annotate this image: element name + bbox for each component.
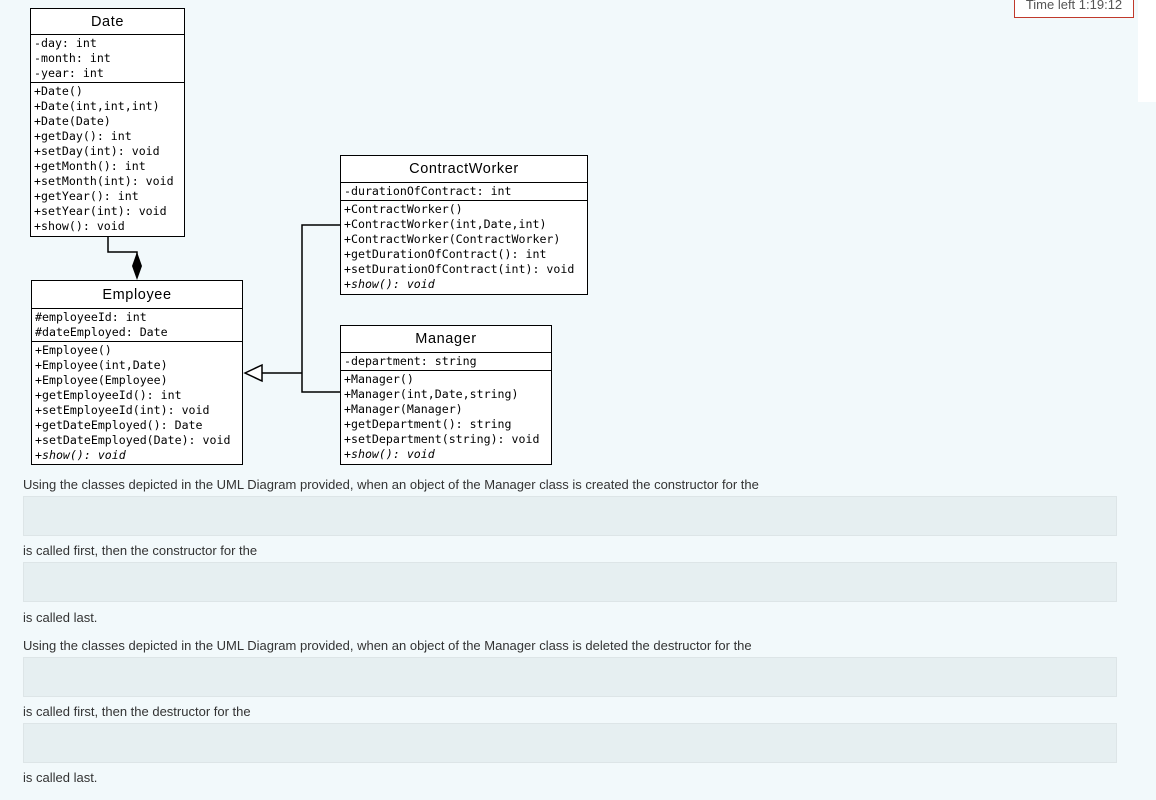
method: +setDateEmployed(Date): void [35, 433, 231, 447]
method: +setDepartment(string): void [344, 432, 540, 446]
method: +getMonth(): int [34, 159, 146, 173]
contractworker-class: ContractWorker -durationOfContract: int … [340, 155, 588, 295]
attribute: -month: int [34, 51, 111, 65]
date-class: Date -day: int -month: int -year: int +D… [30, 8, 185, 237]
method: +setDay(int): void [34, 144, 160, 158]
destructor-last-answer[interactable] [23, 723, 1117, 763]
constructor-question-end: is called last. [23, 610, 98, 625]
attribute: #dateEmployed: Date [35, 325, 168, 339]
contractworker-attributes: -durationOfContract: int [341, 183, 587, 201]
constructor-question-middle: is called first, then the constructor fo… [23, 543, 258, 558]
manager-class: Manager -department: string +Manager() +… [340, 325, 552, 465]
method-abstract: +show(): void [344, 447, 435, 461]
manager-methods: +Manager() +Manager(int,Date,string) +Ma… [341, 371, 551, 463]
attribute: #employeeId: int [35, 310, 147, 324]
destructor-question-intro: Using the classes depicted in the UML Di… [23, 638, 752, 653]
method: +show(): void [34, 219, 125, 233]
method: +setYear(int): void [34, 204, 167, 218]
method: +getDurationOfContract(): int [344, 247, 547, 261]
destructor-question-middle: is called first, then the destructor for… [23, 704, 251, 719]
right-panel-edge [1138, 0, 1156, 102]
inheritance-arrowhead [243, 363, 263, 383]
method: +Date() [34, 84, 83, 98]
employee-class-name: Employee [32, 281, 242, 309]
inheritance-line-contractworker [301, 224, 341, 373]
method: +setMonth(int): void [34, 174, 174, 188]
constructor-last-answer[interactable] [23, 562, 1117, 602]
method: +Date(Date) [34, 114, 111, 128]
inheritance-line-manager [301, 373, 341, 393]
date-class-name: Date [31, 9, 184, 35]
method: +setEmployeeId(int): void [35, 403, 210, 417]
composition-diamond [132, 252, 142, 280]
date-methods: +Date() +Date(int,int,int) +Date(Date) +… [31, 83, 184, 235]
destructor-question-end: is called last. [23, 770, 98, 785]
method: +ContractWorker(ContractWorker) [344, 232, 561, 246]
method: +Manager(int,Date,string) [344, 387, 519, 401]
manager-class-name: Manager [341, 326, 551, 353]
manager-attributes: -department: string [341, 353, 551, 371]
uml-diagram: Date -day: int -month: int -year: int +D… [0, 0, 620, 470]
method: +Employee(Employee) [35, 373, 168, 387]
attribute: -durationOfContract: int [344, 184, 512, 198]
method: +Employee() [35, 343, 112, 357]
destructor-first-answer[interactable] [23, 657, 1117, 697]
composition-line [107, 236, 138, 262]
method: +getYear(): int [34, 189, 139, 203]
method: +setDurationOfContract(int): void [344, 262, 575, 276]
attribute: -department: string [344, 354, 477, 368]
constructor-question-intro: Using the classes depicted in the UML Di… [23, 477, 759, 492]
method: +Manager() [344, 372, 414, 386]
method: +Date(int,int,int) [34, 99, 160, 113]
constructor-first-answer[interactable] [23, 496, 1117, 536]
method: +getDay(): int [34, 129, 132, 143]
method: +getDateEmployed(): Date [35, 418, 203, 432]
attribute: -year: int [34, 66, 104, 80]
method-abstract: +show(): void [344, 277, 435, 291]
employee-attributes: #employeeId: int #dateEmployed: Date [32, 309, 242, 342]
method-abstract: +show(): void [35, 448, 126, 462]
method: +getEmployeeId(): int [35, 388, 182, 402]
employee-methods: +Employee() +Employee(int,Date) +Employe… [32, 342, 242, 464]
method: +getDepartment(): string [344, 417, 512, 431]
method: +Manager(Manager) [344, 402, 463, 416]
method: +Employee(int,Date) [35, 358, 168, 372]
method: +ContractWorker(int,Date,int) [344, 217, 547, 231]
employee-class: Employee #employeeId: int #dateEmployed:… [31, 280, 243, 465]
attribute: -day: int [34, 36, 97, 50]
time-left-badge: Time left 1:19:12 [1014, 0, 1134, 18]
contractworker-class-name: ContractWorker [341, 156, 587, 183]
date-attributes: -day: int -month: int -year: int [31, 35, 184, 83]
contractworker-methods: +ContractWorker() +ContractWorker(int,Da… [341, 201, 587, 293]
method: +ContractWorker() [344, 202, 463, 216]
